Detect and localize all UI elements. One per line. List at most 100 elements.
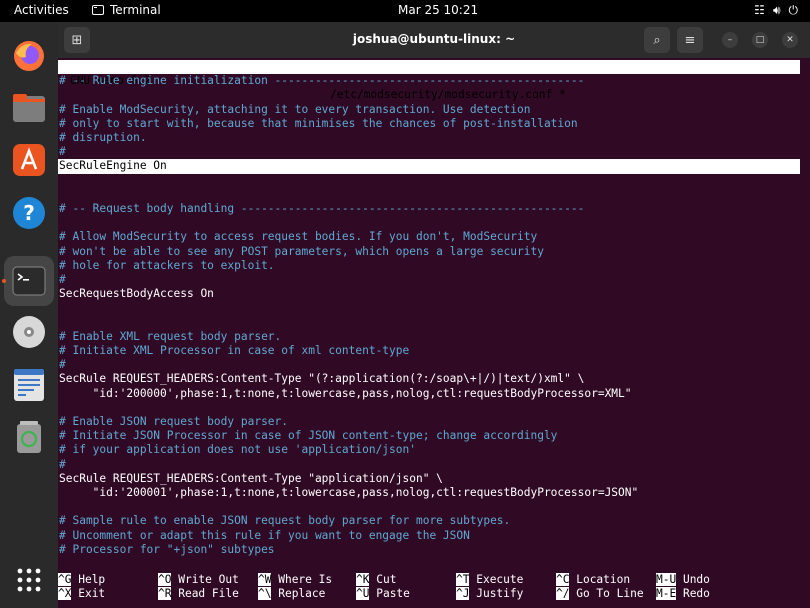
terminal-app-icon[interactable] — [11, 263, 47, 299]
editor-line[interactable]: # Enable JSON request body parser. — [58, 415, 800, 429]
shortcut-key: ^W — [258, 573, 272, 586]
shortcut-cut[interactable]: ^K Cut — [356, 573, 396, 587]
editor-line[interactable]: # — [58, 273, 800, 287]
shortcut-label: Where Is — [271, 573, 333, 586]
shortcut-label: Go To Line — [569, 587, 644, 601]
shortcut-redo[interactable]: M-E Redo — [656, 587, 710, 601]
editor-line[interactable]: # hole for attackers to exploit. — [58, 259, 800, 273]
shortcut-label: Write Out — [171, 573, 239, 586]
editor-line[interactable]: # — [58, 145, 800, 159]
shortcut-key: ^O — [158, 573, 172, 586]
dock: ? — [0, 22, 58, 608]
shortcut-paste[interactable]: ^U Paste — [356, 587, 410, 601]
editor-line[interactable] — [58, 500, 800, 514]
clock[interactable]: Mar 25 10:21 — [398, 3, 478, 17]
shortcut-go-to-line[interactable]: ^/ Go To Line — [556, 587, 644, 601]
shortcut-label: Paste — [369, 587, 410, 601]
help-icon[interactable]: ? — [11, 195, 47, 231]
menu-button[interactable]: ≡ — [677, 27, 703, 53]
search-icon: ⌕ — [653, 32, 661, 48]
editor-line[interactable]: "id:'200000',phase:1,t:none,t:lowercase,… — [58, 387, 800, 401]
editor-line[interactable] — [58, 174, 800, 188]
shortcut-label: Exit — [71, 587, 106, 601]
shortcut-where-is[interactable]: ^W Where Is — [258, 573, 332, 587]
system-tray[interactable]: ☷ 🔊︎ ⏻ — [754, 3, 798, 18]
shortcut-justify[interactable]: ^J Justify — [456, 587, 523, 601]
shortcut-write-out[interactable]: ^O Write Out — [158, 573, 239, 587]
editor-line[interactable] — [58, 216, 800, 230]
editor-line[interactable]: # Processor for "+json" subtypes — [58, 543, 800, 557]
shortcut-location[interactable]: ^C Location — [556, 573, 630, 587]
shortcut-label: Undo — [676, 573, 710, 586]
editor-line[interactable] — [58, 301, 800, 315]
editor-line[interactable]: # Uncomment or adapt this rule if you wa… — [58, 529, 800, 543]
editor-line[interactable]: # if your application does not use 'appl… — [58, 443, 800, 457]
shortcut-key: ^X — [58, 587, 72, 601]
shortcut-key: M-E — [656, 587, 677, 601]
files-icon[interactable] — [11, 90, 47, 126]
shortcut-label: Redo — [676, 587, 710, 601]
shortcut-key: ^G — [58, 573, 72, 586]
close-button[interactable]: ✕ — [782, 32, 798, 48]
shortcut-key: ^J — [456, 587, 470, 601]
shortcut-replace[interactable]: ^\ Replace — [258, 587, 325, 601]
app-center-icon[interactable] — [11, 142, 47, 178]
editor-line[interactable]: # Initiate JSON Processor in case of JSO… — [58, 429, 800, 443]
disc-icon[interactable] — [11, 314, 47, 350]
shortcut-key: ^C — [556, 573, 570, 586]
shortcut-exit[interactable]: ^X Exit — [58, 587, 105, 601]
shortcut-undo[interactable]: M-U Undo — [656, 573, 710, 587]
trash-icon[interactable] — [11, 419, 47, 455]
network-icon: ☷ — [754, 3, 765, 17]
minimize-button[interactable]: – — [722, 32, 738, 48]
editor-line[interactable]: SecRule REQUEST_HEADERS:Content-Type "ap… — [58, 472, 800, 486]
editor-line[interactable]: # Initiate XML Processor in case of xml … — [58, 344, 800, 358]
editor-line[interactable] — [58, 88, 800, 102]
running-indicator — [2, 279, 6, 283]
shortcut-key: ^K — [356, 573, 370, 586]
shortcut-label: Read File — [171, 587, 239, 601]
text-editor-icon[interactable] — [11, 367, 47, 403]
shortcut-label: Justify — [469, 587, 524, 601]
editor-line[interactable]: SecRule REQUEST_HEADERS:Content-Type "(?… — [58, 372, 800, 386]
maximize-button[interactable]: □ — [752, 32, 768, 48]
editor-line[interactable] — [58, 188, 800, 202]
shortcut-execute[interactable]: ^T Execute — [456, 573, 523, 587]
editor-line[interactable]: # -- Request body handling -------------… — [58, 202, 800, 216]
shortcut-read-file[interactable]: ^R Read File — [158, 587, 239, 601]
editor-line[interactable]: SecRuleEngine On — [58, 159, 800, 174]
editor-line[interactable]: # won't be able to see any POST paramete… — [58, 245, 800, 259]
app-menu[interactable]: Terminal — [92, 3, 161, 17]
shortcut-key: ^\ — [258, 587, 272, 601]
shortcut-key: ^T — [456, 573, 470, 586]
terminal-window: ⊞ joshua@ubuntu-linux: ~ ⌕ ≡ – □ ✕ GNU n… — [58, 22, 810, 608]
editor-line[interactable]: # Sample rule to enable JSON request bod… — [58, 514, 800, 528]
editor-line[interactable]: # only to start with, because that minim… — [58, 117, 800, 131]
editor-line[interactable]: SecRequestBodyAccess On — [58, 287, 800, 301]
shortcut-label: Cut — [369, 573, 397, 586]
editor-line[interactable]: # Enable ModSecurity, attaching it to ev… — [58, 103, 800, 117]
maximize-icon: □ — [755, 35, 765, 45]
nano-title-bar: GNU nano 6.2 /etc/modsecurity/modsecurit… — [58, 60, 800, 101]
firefox-icon[interactable] — [11, 38, 47, 74]
editor-line[interactable]: # Allow ModSecurity to access request bo… — [58, 230, 800, 244]
editor-line[interactable] — [58, 316, 800, 330]
shortcut-label: Execute — [469, 573, 524, 586]
editor-line[interactable]: # Enable XML request body parser. — [58, 330, 800, 344]
shortcut-label: Location — [569, 573, 631, 586]
editor-line[interactable]: "id:'200001',phase:1,t:none,t:lowercase,… — [58, 486, 800, 500]
editor-line[interactable]: # — [58, 458, 800, 472]
volume-icon: 🔊︎ — [772, 3, 781, 17]
shortcut-label: Replace — [271, 587, 326, 601]
minimize-icon: – — [727, 35, 733, 45]
shortcut-help[interactable]: ^G Help — [58, 573, 105, 587]
editor-line[interactable] — [58, 401, 800, 415]
editor-line[interactable]: # — [58, 358, 800, 372]
editor-line[interactable]: # -- Rule engine initialization --------… — [58, 74, 800, 88]
window-titlebar[interactable]: ⊞ joshua@ubuntu-linux: ~ ⌕ ≡ – □ ✕ — [58, 22, 810, 58]
activities-button[interactable]: Activities — [14, 3, 69, 17]
terminal-content[interactable]: GNU nano 6.2 /etc/modsecurity/modsecurit… — [58, 58, 810, 608]
show-apps-icon[interactable] — [11, 562, 47, 598]
editor-line[interactable]: # disruption. — [58, 131, 800, 145]
search-button[interactable]: ⌕ — [644, 27, 670, 53]
